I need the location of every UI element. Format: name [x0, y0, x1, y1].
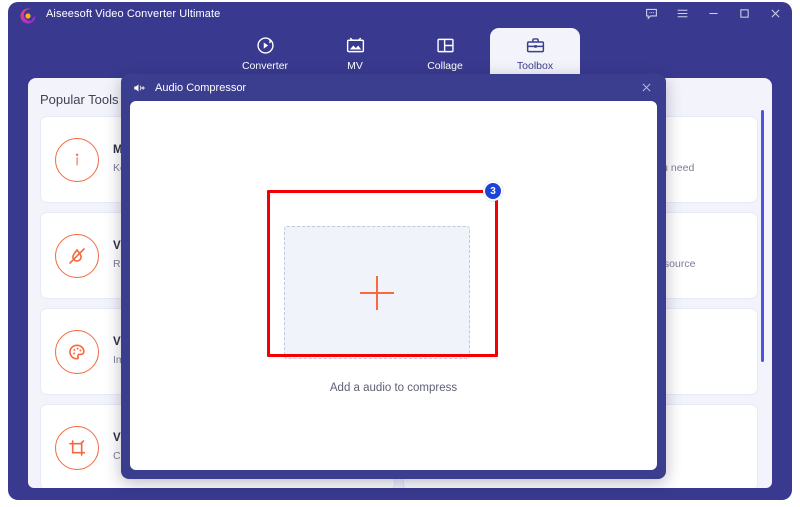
app-title: Aiseesoft Video Converter Ultimate [46, 8, 221, 20]
plus-icon[interactable] [360, 275, 394, 310]
audio-drop-zone[interactable] [284, 226, 470, 359]
watermark-remover-icon [55, 233, 99, 278]
dialog-header: Audio Compressor [121, 74, 666, 101]
feedback-icon[interactable] [644, 6, 659, 21]
screenshot-root: Aiseesoft Video Converter Ultimate Conve… [0, 0, 800, 507]
maximize-icon[interactable] [737, 6, 752, 21]
dialog-body: Add a audio to compress [130, 101, 657, 470]
audio-compressor-dialog: Audio Compressor Add a audio to compress [121, 74, 666, 479]
info-circle-icon [55, 137, 99, 182]
menu-icon[interactable] [675, 6, 690, 21]
tab-toolbox-label: Toolbox [516, 59, 554, 72]
scrollbar-thumb[interactable] [761, 110, 764, 362]
title-bar: Aiseesoft Video Converter Ultimate [8, 2, 792, 28]
close-icon[interactable] [639, 80, 654, 95]
aiseesoft-logo-icon [18, 6, 38, 25]
annotation-step-badge: 3 [483, 181, 503, 201]
tab-toolbox[interactable]: Toolbox [490, 28, 580, 78]
converter-icon [255, 35, 276, 57]
tab-converter[interactable]: Converter [220, 28, 310, 78]
dialog-title: Audio Compressor [155, 81, 247, 94]
tab-mv[interactable]: MV [310, 28, 400, 78]
toolbox-icon [525, 35, 546, 57]
page-title: Popular Tools [40, 92, 119, 107]
content-scrollbar[interactable] [761, 110, 764, 468]
speaker-plus-icon [132, 81, 147, 95]
tab-mv-label: MV [347, 59, 363, 72]
crop-icon [55, 425, 99, 470]
main-nav-tabs: Converter MV Collage Toolbox [8, 28, 792, 78]
mv-icon [345, 35, 366, 57]
minimize-icon[interactable] [706, 6, 721, 21]
tab-converter-label: Converter [241, 59, 289, 72]
collage-icon [435, 35, 456, 57]
palette-icon [55, 329, 99, 374]
app-window: Aiseesoft Video Converter Ultimate Conve… [8, 2, 792, 500]
window-controls [644, 6, 783, 21]
drop-zone-caption: Add a audio to compress [329, 382, 458, 394]
tab-collage-label: Collage [427, 59, 463, 72]
tab-collage[interactable]: Collage [400, 28, 490, 78]
close-icon[interactable] [768, 6, 783, 21]
